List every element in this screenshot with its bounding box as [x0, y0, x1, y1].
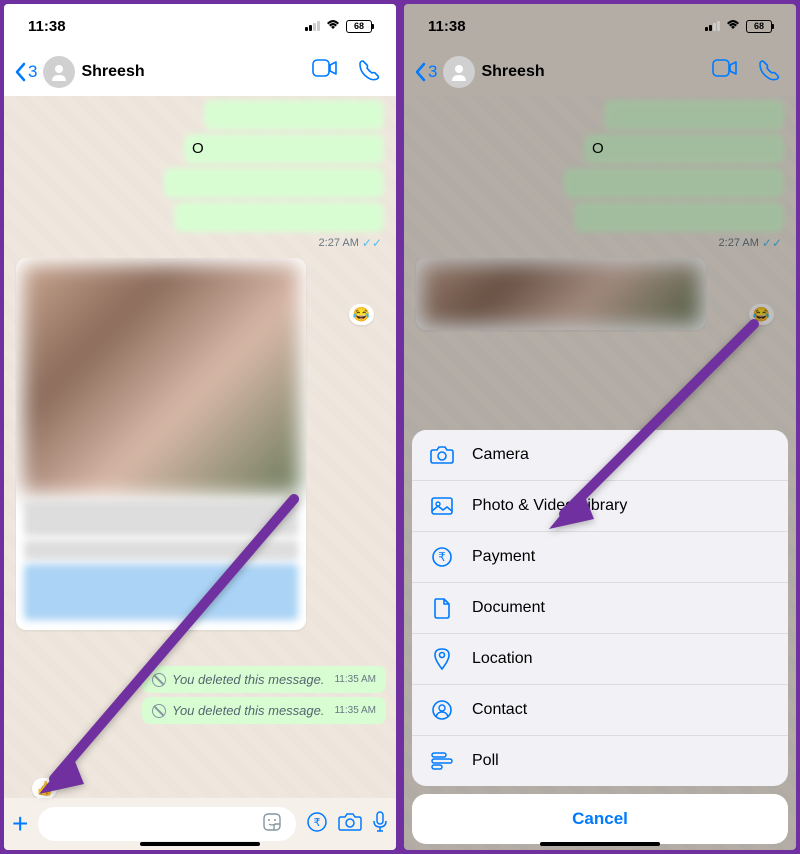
action-payment[interactable]: ₹ Payment	[412, 532, 788, 583]
message-out[interactable]	[174, 202, 384, 232]
attachment-plus-button[interactable]: +	[12, 808, 28, 840]
avatar[interactable]	[43, 56, 75, 88]
status-bar: 11:38 68	[4, 4, 396, 48]
action-poll[interactable]: Poll	[412, 736, 788, 786]
message-timestamp: 2:27 AM ✓✓	[404, 236, 782, 250]
contact-name[interactable]: Shreesh	[481, 63, 706, 81]
chat-header: 3 Shreesh	[4, 48, 396, 96]
action-label: Poll	[472, 752, 499, 770]
battery-icon: 68	[346, 20, 372, 33]
action-label: Contact	[472, 701, 527, 719]
home-indicator[interactable]	[540, 842, 660, 846]
action-label: Photo & Video Library	[472, 497, 627, 515]
action-document[interactable]: Document	[412, 583, 788, 634]
avatar[interactable]	[443, 56, 475, 88]
mic-icon[interactable]	[372, 811, 388, 838]
signal-icon	[705, 21, 720, 31]
action-camera[interactable]: Camera	[412, 430, 788, 481]
svg-text:₹: ₹	[438, 550, 446, 564]
message-out	[604, 100, 784, 130]
document-icon	[430, 596, 454, 620]
deleted-time: 11:35 AM	[334, 674, 376, 685]
link-preview-text	[24, 540, 298, 560]
action-label: Document	[472, 599, 545, 617]
status-bar: 11:38 68	[404, 4, 796, 48]
wifi-icon	[725, 18, 741, 34]
message-text-input[interactable]	[38, 807, 296, 841]
location-icon	[430, 647, 454, 671]
camera-icon[interactable]	[338, 812, 362, 837]
rupee-icon: ₹	[430, 545, 454, 569]
action-label: Camera	[472, 446, 529, 464]
media-thumbnail	[422, 264, 700, 324]
video-call-button[interactable]	[712, 59, 738, 86]
voice-call-button[interactable]	[758, 59, 780, 86]
photo-icon	[430, 494, 454, 518]
svg-text:₹: ₹	[314, 817, 321, 829]
deleted-time: 11:35 AM	[334, 705, 376, 716]
message-out	[564, 168, 784, 198]
back-button[interactable]: 3	[14, 62, 37, 82]
deleted-icon	[152, 673, 166, 687]
contact-icon	[430, 698, 454, 722]
signal-icon	[305, 21, 320, 31]
battery-icon: 68	[746, 20, 772, 33]
reaction-laugh: 😂	[749, 304, 774, 325]
link-preview-text	[24, 500, 298, 536]
action-label: Payment	[472, 548, 535, 566]
payment-icon[interactable]: ₹	[306, 811, 328, 838]
read-receipt-icon: ✓✓	[762, 236, 782, 250]
status-time: 11:38	[428, 18, 466, 35]
wifi-icon	[325, 18, 341, 34]
action-location[interactable]: Location	[412, 634, 788, 685]
cancel-button[interactable]: Cancel	[412, 794, 788, 844]
back-button[interactable]: 3	[414, 62, 437, 82]
message-timestamp: 2:27 AM ✓✓	[4, 236, 382, 250]
read-receipt-icon: ✓✓	[362, 236, 382, 250]
sticker-icon[interactable]	[262, 812, 282, 837]
attachment-action-sheet: Camera Photo & Video Library ₹ Payment D…	[412, 430, 788, 844]
media-thumbnail[interactable]	[22, 264, 300, 494]
message-out	[584, 134, 784, 164]
poll-icon	[430, 749, 454, 773]
message-out[interactable]	[204, 100, 384, 130]
deleted-label: You deleted this message.	[172, 672, 325, 687]
reaction-laugh[interactable]: 😂	[349, 304, 374, 325]
visible-letter: O	[592, 140, 604, 157]
deleted-label: You deleted this message.	[172, 703, 325, 718]
deleted-icon	[152, 704, 166, 718]
voice-call-button[interactable]	[358, 59, 380, 86]
action-photo-library[interactable]: Photo & Video Library	[412, 481, 788, 532]
screenshot-right: 11:38 68 3 Shreesh	[404, 4, 796, 850]
deleted-message[interactable]: You deleted this message. 11:35 AM	[142, 666, 386, 693]
message-out[interactable]	[184, 134, 384, 164]
reaction-thumb[interactable]: 👍	[32, 778, 57, 799]
chat-area[interactable]: O 2:27 AM ✓✓ 😂 👍 You deleted this messag…	[4, 96, 396, 850]
status-time: 11:38	[28, 18, 66, 35]
back-count: 3	[28, 62, 37, 82]
link-preview-url	[24, 564, 298, 620]
chat-header: 3 Shreesh	[404, 48, 796, 96]
camera-icon	[430, 443, 454, 467]
visible-letter: O	[192, 140, 204, 157]
deleted-message[interactable]: You deleted this message. 11:35 AM	[142, 697, 386, 724]
status-indicators: 68	[305, 18, 372, 34]
media-message-card[interactable]	[16, 258, 306, 630]
action-contact[interactable]: Contact	[412, 685, 788, 736]
video-call-button[interactable]	[312, 59, 338, 86]
screenshot-left: 11:38 68 3 Shreesh	[4, 4, 396, 850]
status-indicators: 68	[705, 18, 772, 34]
home-indicator[interactable]	[140, 842, 260, 846]
message-out[interactable]	[164, 168, 384, 198]
action-label: Location	[472, 650, 533, 668]
media-message-card	[416, 258, 706, 330]
message-out	[574, 202, 784, 232]
action-sheet-list: Camera Photo & Video Library ₹ Payment D…	[412, 430, 788, 786]
back-count: 3	[428, 62, 437, 82]
contact-name[interactable]: Shreesh	[81, 63, 306, 81]
